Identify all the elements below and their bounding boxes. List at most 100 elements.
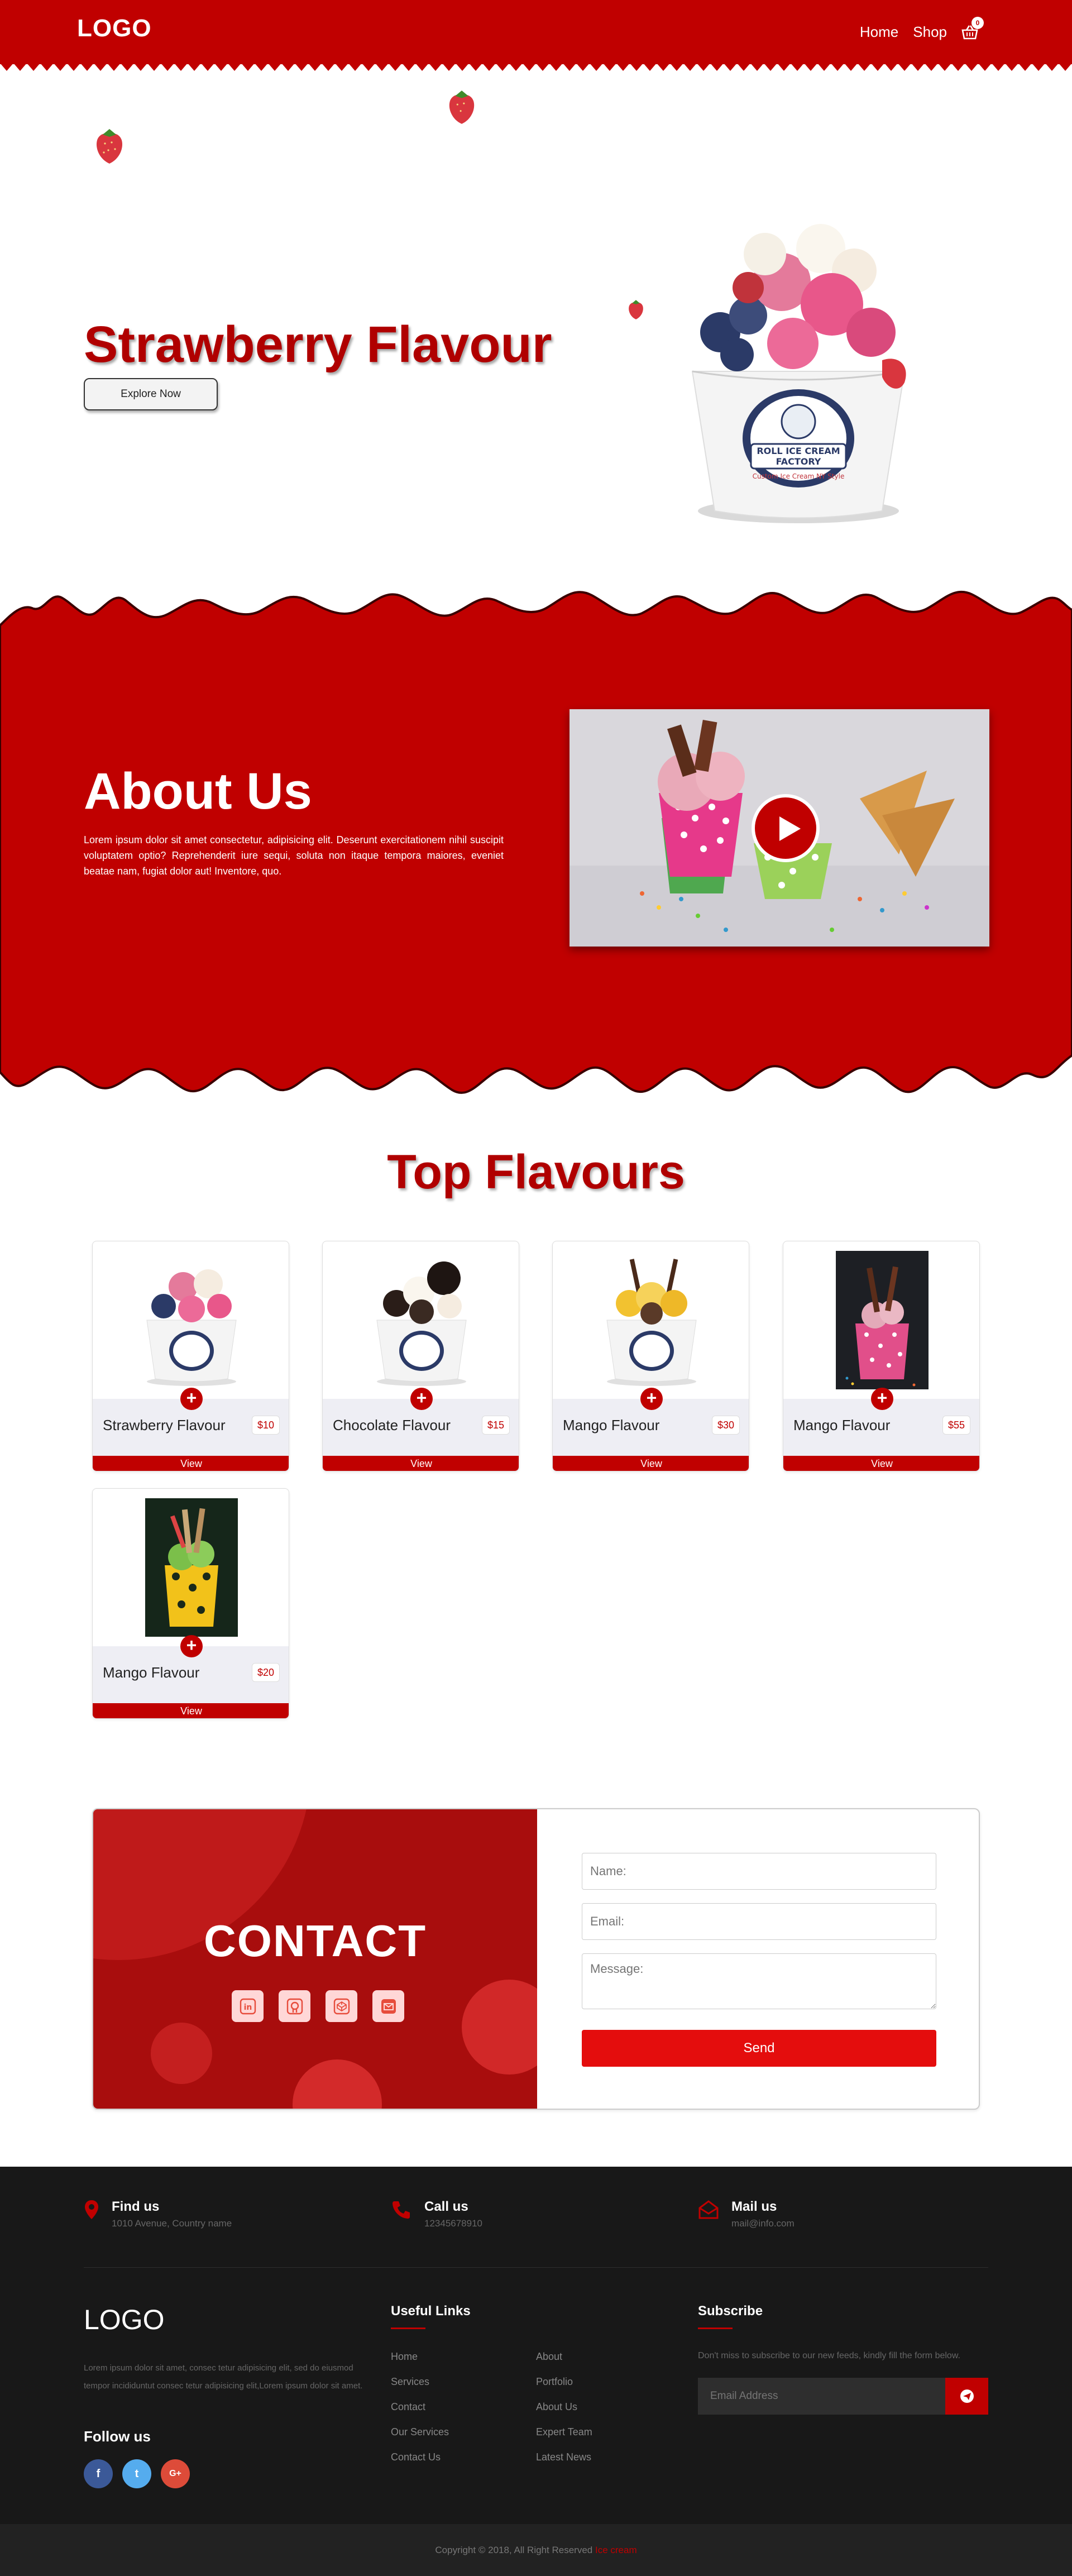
flavour-image	[93, 1489, 289, 1646]
add-to-cart-button[interactable]: +	[871, 1388, 893, 1410]
subscribe-text: Don't miss to subscribe to our new feeds…	[698, 2351, 960, 2360]
footer-social-links: f t G+	[84, 2459, 190, 2488]
phone-icon	[393, 2201, 410, 2219]
add-to-cart-button[interactable]: +	[180, 1635, 203, 1657]
footer-info-title: Call us	[424, 2199, 468, 2214]
footer-info-text: 12345678910	[424, 2218, 483, 2229]
contact-section: CONTACT in Send	[92, 1808, 980, 2110]
decor-circle	[462, 1980, 537, 2075]
footer-link[interactable]: Portfolio	[536, 2376, 573, 2388]
flavour-image	[553, 1241, 749, 1399]
svg-text:in: in	[243, 2003, 252, 2012]
flavour-price: $10	[252, 1416, 280, 1435]
add-to-cart-button[interactable]: +	[180, 1388, 203, 1410]
twitter-icon[interactable]: t	[122, 2459, 151, 2488]
cup-brand-text: FACTORY	[776, 456, 821, 467]
envelope-open-icon	[698, 2200, 719, 2219]
hero-title: Strawberry Flavour	[84, 316, 552, 373]
footer-link[interactable]: Services	[391, 2376, 429, 2388]
decor-circle	[293, 2059, 382, 2109]
footer-divider	[84, 2267, 988, 2268]
cup-tagline-text: Custom Ice Cream NY Style	[753, 472, 845, 480]
strawberry-icon	[449, 90, 475, 124]
main-nav: Home Shop 0	[860, 16, 984, 41]
copyright-link[interactable]: Ice cream	[595, 2545, 637, 2555]
explore-now-button[interactable]: Explore Now	[84, 378, 218, 410]
footer-info-title: Mail us	[731, 2199, 777, 2214]
footer-link[interactable]: Contact Us	[391, 2451, 441, 2463]
view-button[interactable]: View	[93, 1703, 289, 1718]
flavour-card: + Mango Flavour $30 View	[552, 1241, 749, 1471]
useful-links-title: Useful Links	[391, 2303, 471, 2329]
contact-title: CONTACT	[203, 1916, 427, 1966]
flavour-name: Mango Flavour	[103, 1664, 200, 1681]
cart-button[interactable]: 0	[961, 16, 984, 40]
flavour-card: + Chocolate Flavour $15 View	[322, 1241, 519, 1471]
linkedin-button[interactable]: in	[232, 1990, 264, 2022]
view-button[interactable]: View	[323, 1456, 519, 1471]
flavour-price: $15	[482, 1416, 510, 1435]
view-button[interactable]: View	[93, 1456, 289, 1471]
view-button[interactable]: View	[783, 1456, 979, 1471]
github-button[interactable]	[279, 1990, 310, 2022]
site-header: LOGO Home Shop 0	[0, 0, 1072, 72]
footer-link[interactable]: Latest News	[536, 2451, 591, 2463]
facebook-icon[interactable]: f	[84, 2459, 113, 2488]
flavour-price: $30	[712, 1416, 740, 1435]
copyright-bar: Copyright © 2018, All Right Reserved Ice…	[0, 2524, 1072, 2576]
contact-social-links: in	[232, 1990, 404, 2022]
footer-find-us: Find us 1010 Avenue, Country name	[84, 2199, 232, 2229]
send-button[interactable]: Send	[582, 2030, 936, 2067]
header-logo[interactable]: LOGO	[77, 15, 152, 42]
play-button[interactable]	[752, 794, 820, 862]
top-flavours-title: Top Flavours	[387, 1145, 685, 1199]
flavour-image	[93, 1241, 289, 1399]
flavour-price: $55	[942, 1416, 970, 1435]
subscribe-email-input[interactable]	[698, 2378, 945, 2415]
footer-info-text: mail@info.com	[731, 2218, 795, 2229]
email-field[interactable]	[582, 1903, 936, 1940]
flavour-name: Mango Flavour	[563, 1417, 660, 1433]
ice-cream-cup-image: ROLL ICE CREAM FACTORY Custom Ice Cream …	[691, 224, 906, 523]
strawberry-icon	[629, 300, 643, 319]
contact-panel: CONTACT in	[93, 1809, 537, 2109]
copyright-text: Copyright © 2018, All Right Reserved	[435, 2545, 593, 2555]
mail-icon	[381, 1999, 396, 2014]
flavour-name: Strawberry Flavour	[103, 1417, 226, 1433]
footer-link[interactable]: Our Services	[391, 2426, 449, 2438]
footer-link[interactable]: Home	[391, 2351, 418, 2363]
footer-link[interactable]: About Us	[536, 2401, 577, 2413]
nav-home-link[interactable]: Home	[860, 23, 898, 41]
about-description: Lorem ipsum dolor sit amet consectetur, …	[84, 834, 504, 877]
footer-link[interactable]: Expert Team	[536, 2426, 592, 2438]
map-pin-icon	[85, 2200, 98, 2219]
footer-link[interactable]: About	[536, 2351, 562, 2363]
about-video[interactable]	[570, 709, 989, 947]
nav-shop-link[interactable]: Shop	[913, 23, 947, 41]
google-plus-icon[interactable]: G+	[161, 2459, 190, 2488]
footer-about-text: Lorem ipsum dolor sit amet, consec tetur…	[84, 2363, 363, 2391]
send-icon	[960, 2389, 974, 2403]
flavour-image	[323, 1241, 519, 1399]
subscribe-title: Subscribe	[698, 2303, 763, 2329]
footer-link[interactable]: Contact	[391, 2401, 425, 2413]
flavour-card: + Strawberry Flavour $10 View	[92, 1241, 289, 1471]
mail-button[interactable]	[372, 1990, 404, 2022]
footer-logo[interactable]: LOGO	[84, 2303, 164, 2336]
strawberry-icon	[96, 129, 123, 164]
flavour-name: Mango Flavour	[793, 1417, 891, 1433]
message-field[interactable]	[582, 1953, 936, 2009]
flavour-price: $20	[252, 1663, 280, 1682]
name-field[interactable]	[582, 1853, 936, 1890]
flavour-image	[783, 1241, 979, 1399]
codepen-button[interactable]	[326, 1990, 357, 2022]
contact-form: Send	[537, 1809, 979, 2109]
view-button[interactable]: View	[553, 1456, 749, 1471]
add-to-cart-button[interactable]: +	[410, 1388, 433, 1410]
footer-info-text: 1010 Avenue, Country name	[112, 2218, 232, 2229]
play-icon	[779, 816, 801, 841]
decor-circle	[151, 2023, 212, 2084]
linkedin-icon: in	[240, 1998, 256, 2014]
add-to-cart-button[interactable]: +	[640, 1388, 663, 1410]
subscribe-button[interactable]	[945, 2378, 988, 2415]
